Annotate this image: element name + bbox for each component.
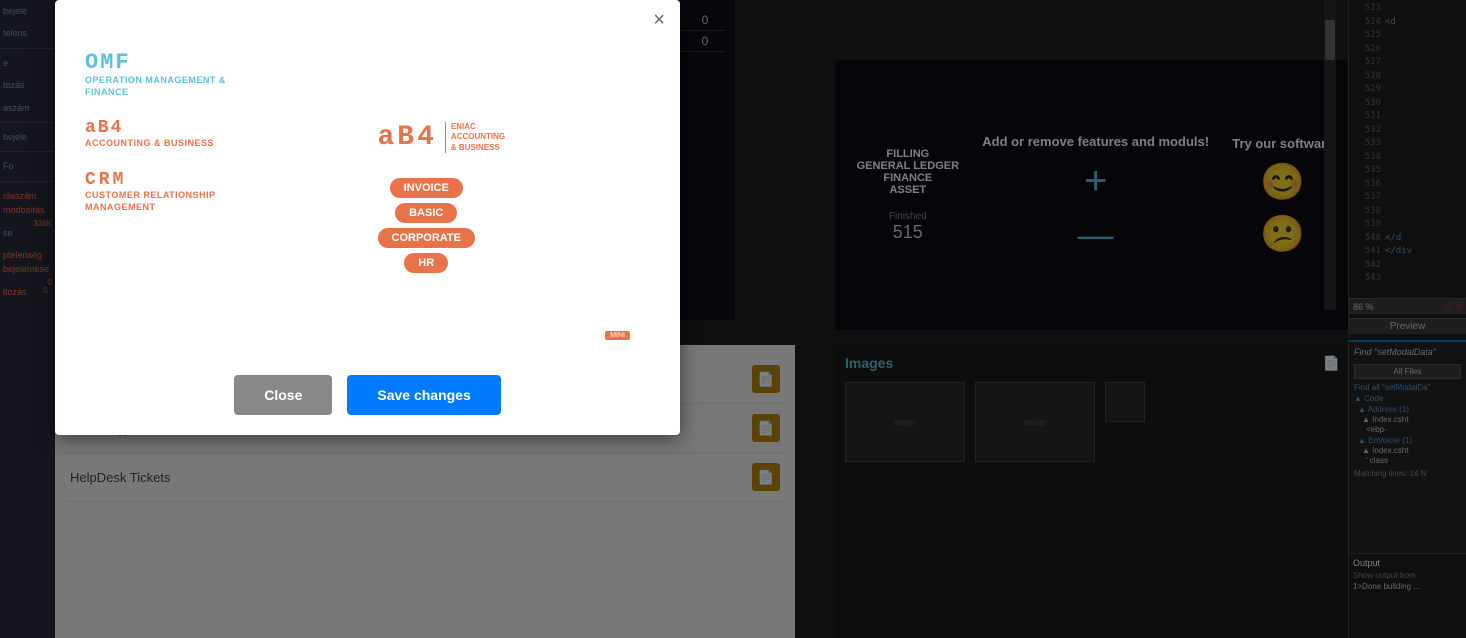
ab4-logo-left: aB4 ACCOUNTING & BUSINESS: [85, 118, 358, 150]
ab4-left-full-name: ACCOUNTING & BUSINESS: [85, 138, 358, 150]
modal-close-button[interactable]: ×: [653, 10, 665, 30]
logo-left-column: OMF OPERATION MANAGEMENT &FINANCE aB4 AC…: [85, 50, 358, 345]
omf-logo: OMF OPERATION MANAGEMENT &FINANCE: [85, 50, 358, 98]
ab4-left-abbreviation: aB4: [85, 118, 358, 138]
logo-grid: OMF OPERATION MANAGEMENT &FINANCE aB4 AC…: [85, 50, 650, 345]
pill-hr: HR: [404, 253, 448, 273]
ab4-mini-badge: MINI: [605, 331, 630, 340]
close-button[interactable]: Close: [234, 375, 332, 415]
modal-header: ×: [55, 0, 680, 40]
ab4-right-logo: aB4 ENIAC ACCOUNTING & BUSINESS: [378, 122, 506, 153]
crm-abbreviation: CRM: [85, 170, 358, 190]
save-changes-button[interactable]: Save changes: [347, 375, 500, 415]
eniac-text: ENIAC ACCOUNTING & BUSINESS: [445, 122, 505, 153]
modal-dialog: × OMF OPERATION MANAGEMENT &FINANCE aB4 …: [55, 0, 680, 435]
modal-body: OMF OPERATION MANAGEMENT &FINANCE aB4 AC…: [55, 40, 680, 355]
logo-right-column: aB4 ENIAC ACCOUNTING & BUSINESS INVOICE …: [378, 50, 651, 345]
crm-full-name: CUSTOMER RELATIONSHIPMANAGEMENT: [85, 190, 358, 213]
ab4-right-abbreviation: aB4: [378, 122, 437, 153]
omf-full-name: OPERATION MANAGEMENT &FINANCE: [85, 75, 358, 98]
pill-container: INVOICE BASIC CORPORATE HR: [378, 178, 475, 273]
pill-basic: BASIC: [395, 203, 457, 223]
pill-corporate: CORPORATE: [378, 228, 475, 248]
modal-footer: Close Save changes: [55, 355, 680, 435]
pill-invoice: INVOICE: [390, 178, 463, 198]
omf-abbreviation: OMF: [85, 50, 358, 75]
crm-logo: CRM CUSTOMER RELATIONSHIPMANAGEMENT: [85, 170, 358, 213]
